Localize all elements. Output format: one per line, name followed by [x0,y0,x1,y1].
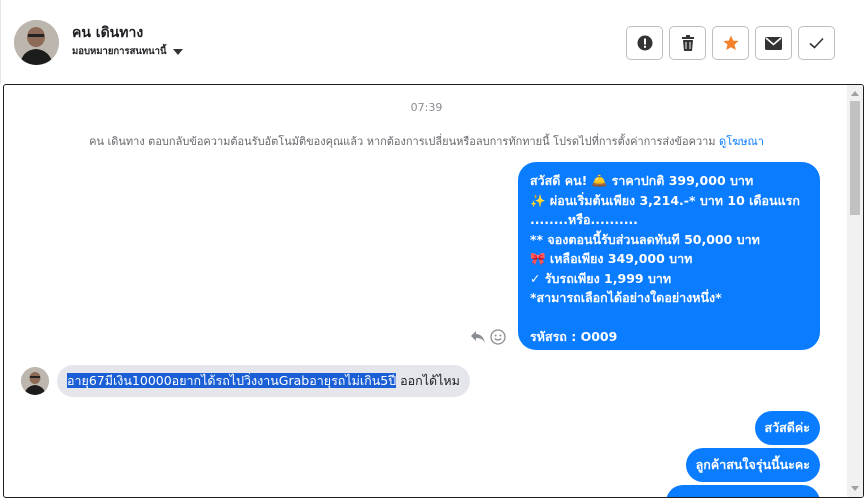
caret-down-icon [172,49,183,55]
contact-avatar-small [21,367,49,395]
contact-name[interactable]: คน เดินทาง [72,22,143,44]
trash-icon [681,35,694,51]
message-line: รหัสรถ : O009 [530,329,618,344]
message-line: ........หรือ.......... [530,212,638,227]
message-line: 🎀 เหลือเพียง 349,000 บาท [530,251,693,266]
message-line: ** จองตอนนี้รับส่วนลดทันที 50,000 บาท [530,231,760,247]
outgoing-message-bubble-partial[interactable] [666,485,820,497]
incoming-message-bubble[interactable]: อายุ67มีเงิน10000อยากได้รถไปวิ่งงานGrabอ… [57,365,470,397]
message-line [530,308,808,328]
chat-thread[interactable]: 07:39 คน เดินทาง ตอบกลับข้อความต้อนรับอั… [3,84,864,498]
outgoing-message-bubble[interactable]: สวัสดี คน! 🛎️ ราคาปกติ 399,000 บาท ✨ ผ่อน… [518,162,820,350]
message-timestamp: 07:39 [410,101,443,114]
view-ad-link[interactable]: ดูโฆษณา [719,135,764,148]
reply-icon[interactable] [470,330,486,344]
message-line: สวัสดี คน! 🛎️ ราคาปกติ 399,000 บาท [530,173,754,188]
message-line: ✓ รับรถเพียง 1,999 บาท [530,270,672,286]
assign-conversation-label: มอบหมายการสนทนานี้ [72,46,167,57]
incoming-message-text: ออกได้ไหม [396,373,460,388]
message-line: *สามารถเลือกได้อย่างใดอย่างหนึ่ง* [530,290,722,305]
scroll-down-icon[interactable] [851,486,859,491]
mark-unread-button[interactable] [755,26,792,60]
check-icon [809,37,824,49]
report-button[interactable] [626,26,663,60]
message-actions [470,329,506,345]
outgoing-message-bubble-greeting[interactable]: สวัสดีค่ะ [754,411,820,445]
mark-done-button[interactable] [798,26,835,60]
outgoing-message-bubble-interest[interactable]: ลูกค้าสนใจรุ่นนี้นะคะ [685,448,820,482]
scroll-up-icon[interactable] [851,91,859,96]
system-notice: คน เดินทาง ตอบกลับข้อความต้อนรับอัตโนมัต… [4,132,849,150]
contact-avatar[interactable] [14,20,59,65]
alert-circle-icon [637,35,652,51]
scrollbar-thumb[interactable] [850,101,860,215]
conversation-header: คน เดินทาง มอบหมายการสนทนานี้ [0,0,868,84]
emoji-react-icon[interactable] [490,329,506,345]
star-icon [722,35,739,50]
assign-conversation-dropdown[interactable]: มอบหมายการสนทนานี้ [72,44,183,59]
chat-scrollbar[interactable] [847,85,863,497]
selected-text: อายุ67มีเงิน10000อยากได้รถไปวิ่งงานGrabอ… [67,373,397,388]
star-button[interactable] [712,26,749,60]
envelope-icon [765,36,782,50]
message-line: ✨ ผ่อนเริ่มต้นเพียง 3,214.-* บาท 10 เดือ… [530,192,800,208]
delete-button[interactable] [669,26,706,60]
system-notice-text: คน เดินทาง ตอบกลับข้อความต้อนรับอัตโนมัต… [89,135,716,148]
